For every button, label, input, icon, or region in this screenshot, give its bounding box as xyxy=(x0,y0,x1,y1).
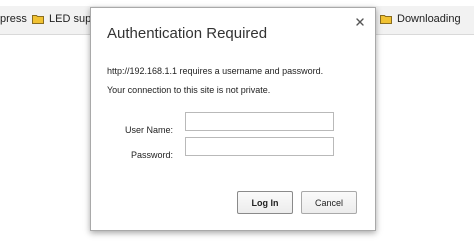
log-in-button[interactable]: Log In xyxy=(237,191,293,214)
password-label: Password: xyxy=(130,150,173,160)
password-field[interactable] xyxy=(185,137,334,156)
folder-icon xyxy=(32,15,44,24)
dialog-title: Authentication Required xyxy=(107,25,268,42)
bookmark-downloading[interactable]: Downloading xyxy=(380,13,461,25)
bookmark-label: press xyxy=(0,13,27,25)
username-label: User Name: xyxy=(124,125,173,135)
cancel-button[interactable]: Cancel xyxy=(301,191,357,214)
authentication-dialog: Authentication Required http://192.168.1… xyxy=(90,7,376,231)
privacy-warning: Your connection to this site is not priv… xyxy=(107,85,271,95)
folder-icon xyxy=(380,15,392,24)
browser-window: press LED suppl Downloading Authenticati… xyxy=(0,0,474,249)
bookmark-label: Downloading xyxy=(397,13,461,25)
bookmark-press[interactable]: press xyxy=(0,13,27,25)
close-icon[interactable] xyxy=(355,17,365,27)
auth-message: http://192.168.1.1 requires a username a… xyxy=(107,66,324,76)
username-field[interactable] xyxy=(185,112,334,131)
